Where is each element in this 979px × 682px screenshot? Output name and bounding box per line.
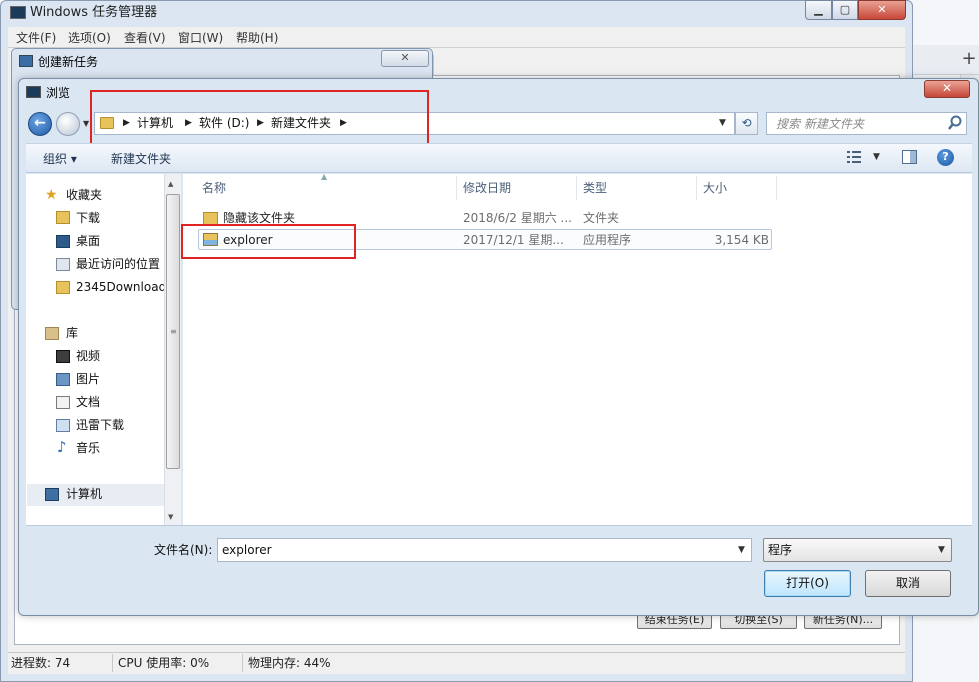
open-button[interactable]: 打开(O) (764, 570, 851, 597)
browse-dialog-title: 浏览 (46, 86, 71, 100)
annotation-highlight-file (181, 224, 356, 259)
menu-view[interactable]: 查看(V) (124, 30, 166, 46)
views-icon[interactable] (847, 151, 861, 163)
forward-arrow-icon[interactable] (56, 112, 80, 136)
filename-dropdown-icon[interactable]: ▼ (738, 545, 745, 555)
nav-downloads[interactable]: 下载 (76, 210, 100, 226)
create-task-close-button[interactable]: ✕ (381, 50, 429, 67)
minimize-button[interactable]: ▁ (805, 0, 832, 20)
nav-videos[interactable]: 视频 (76, 348, 100, 364)
search-icon[interactable] (948, 115, 962, 131)
file-date: 2018/6/2 星期六 ... (463, 211, 572, 225)
create-task-title: 创建新任务 (38, 55, 99, 69)
menu-window[interactable]: 窗口(W) (178, 30, 223, 46)
filename-label: 文件名(N): (154, 543, 213, 557)
new-folder-button[interactable]: 新建文件夹 (111, 151, 171, 167)
download-folder-icon (56, 211, 70, 224)
browse-close-button[interactable]: ✕ (924, 80, 970, 98)
thunder-download-icon (56, 419, 70, 432)
nav-2345downloads[interactable]: 2345Downloads (76, 279, 164, 295)
nav-recent-places[interactable]: 最近访问的位置 (76, 256, 160, 272)
organize-button[interactable]: 组织 ▾ (43, 151, 77, 167)
close-button[interactable]: ✕ (858, 0, 906, 20)
file-size: 3,154 KB (714, 233, 769, 247)
nav-desktop[interactable]: 桌面 (76, 233, 100, 249)
nav-computer[interactable]: 计算机 (66, 486, 102, 502)
menu-file[interactable]: 文件(F) (16, 30, 56, 46)
nav-documents[interactable]: 文档 (76, 394, 100, 410)
column-divider[interactable] (456, 176, 457, 200)
new-tab-plus-icon[interactable]: + (960, 50, 978, 68)
computer-icon (45, 488, 59, 501)
navigation-pane (26, 174, 181, 525)
scroll-up-icon[interactable]: ▲ (168, 180, 173, 188)
recent-places-icon (56, 258, 70, 271)
sort-indicator-icon: ▲ (321, 172, 328, 181)
status-processes: 进程数: 74 (11, 656, 71, 670)
column-type[interactable]: 类型 (583, 180, 607, 196)
filetype-value[interactable]: 程序 (768, 542, 792, 558)
views-dropdown-icon[interactable]: ▼ (873, 152, 880, 162)
column-name[interactable]: 名称 (202, 180, 226, 196)
refresh-icon[interactable]: ⟲ (735, 112, 758, 135)
column-size[interactable]: 大小 (703, 180, 727, 196)
pictures-icon (56, 373, 70, 386)
desktop-icon (56, 235, 70, 248)
status-cpu: CPU 使用率: 0% (118, 656, 210, 670)
back-arrow-icon[interactable]: ← (28, 112, 52, 136)
history-dropdown-icon[interactable]: ▼ (83, 119, 89, 128)
column-divider[interactable] (576, 176, 577, 200)
nav-libraries[interactable]: 库 (66, 325, 78, 341)
task-manager-title: Windows 任务管理器 (30, 5, 158, 20)
status-divider (112, 654, 113, 672)
file-type: 应用程序 (583, 233, 632, 247)
create-task-icon (19, 55, 33, 67)
filename-value[interactable]: explorer (222, 542, 272, 558)
nav-thunder-downloads[interactable]: 迅雷下载 (76, 417, 124, 433)
nav-pictures[interactable]: 图片 (76, 371, 100, 387)
task-manager-icon (10, 6, 26, 19)
documents-icon (56, 396, 70, 409)
column-divider[interactable] (696, 176, 697, 200)
menu-help[interactable]: 帮助(H) (236, 30, 278, 46)
browse-dialog-icon (26, 86, 41, 98)
favorites-star-icon: ★ (45, 187, 58, 203)
column-divider[interactable] (776, 176, 777, 200)
preview-pane-icon-fill (910, 151, 916, 163)
file-type: 文件夹 (583, 211, 620, 225)
column-date[interactable]: 修改日期 (463, 180, 511, 196)
filetype-dropdown-icon[interactable]: ▼ (938, 545, 945, 555)
help-icon[interactable]: ? (937, 149, 954, 166)
video-icon (56, 350, 70, 363)
filename-input[interactable] (217, 538, 752, 562)
cancel-button[interactable]: 取消 (865, 570, 951, 597)
scroll-down-icon[interactable]: ▼ (168, 513, 173, 521)
scroll-grip-icon: ≡ (170, 327, 177, 336)
status-divider (242, 654, 243, 672)
nav-music[interactable]: 音乐 (76, 440, 100, 456)
menu-options[interactable]: 选项(O) (68, 30, 111, 46)
libraries-icon (45, 327, 59, 340)
search-placeholder: 搜索 新建文件夹 (776, 117, 864, 131)
status-memory: 物理内存: 44% (248, 656, 331, 670)
folder-icon (56, 281, 70, 294)
music-note-icon: ♪ (57, 438, 67, 456)
address-dropdown-icon[interactable]: ▼ (719, 118, 726, 128)
maximize-button[interactable]: ▢ (832, 0, 858, 20)
file-date: 2017/12/1 星期... (463, 233, 564, 247)
nav-favorites[interactable]: 收藏夹 (66, 187, 102, 203)
